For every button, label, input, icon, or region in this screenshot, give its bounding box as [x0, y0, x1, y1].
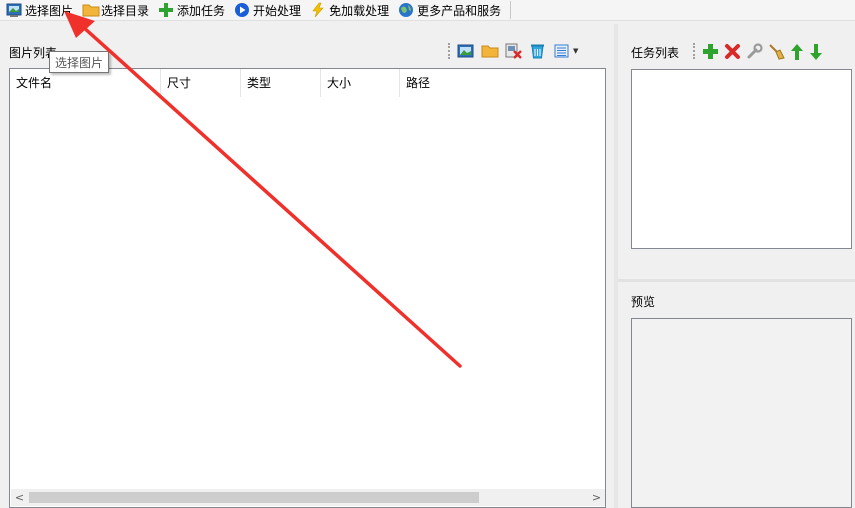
add-task-icon[interactable] — [702, 43, 719, 59]
add-folder-icon[interactable] — [481, 43, 499, 59]
delete-task-icon[interactable] — [724, 43, 741, 59]
more-products-button[interactable]: 更多产品和服务 — [392, 0, 504, 20]
horizontal-scrollbar[interactable]: < > — [11, 489, 605, 506]
image-list[interactable]: 文件名 尺寸 类型 大小 路径 < > — [9, 68, 606, 508]
move-down-icon[interactable] — [809, 43, 823, 60]
globe-icon — [398, 2, 414, 18]
image-icon — [6, 2, 22, 18]
add-task-label: 添加任务 — [177, 3, 226, 18]
toolbar-grip[interactable] — [448, 43, 452, 59]
more-products-label: 更多产品和服务 — [417, 3, 502, 18]
main-toolbar: 选择图片 选择目录 添加任务 开始处理 免加载处理 更多产品和服务 — [0, 0, 855, 21]
vertical-splitter[interactable] — [614, 24, 618, 508]
view-dropdown-icon[interactable]: ▼ — [573, 47, 578, 55]
preview-area — [631, 318, 852, 508]
column-header-type[interactable]: 类型 — [241, 69, 321, 97]
column-header-filename[interactable]: 文件名 — [10, 69, 161, 97]
move-up-icon[interactable] — [790, 43, 804, 60]
clear-list-icon[interactable] — [529, 43, 546, 59]
scroll-left-icon[interactable]: < — [11, 489, 28, 506]
column-header-path[interactable]: 路径 — [400, 69, 550, 97]
play-icon — [234, 2, 250, 18]
task-list-toolbar — [693, 40, 830, 62]
view-list-icon[interactable] — [553, 43, 570, 59]
remove-image-icon[interactable] — [505, 43, 522, 59]
scroll-right-icon[interactable]: > — [588, 489, 605, 506]
wrench-icon[interactable] — [746, 43, 763, 59]
preview-title: 预览 — [631, 295, 656, 309]
select-image-label: 选择图片 — [25, 3, 74, 18]
start-process-button[interactable]: 开始处理 — [228, 0, 304, 20]
image-list-header: 文件名 尺寸 类型 大小 路径 — [10, 69, 550, 97]
add-task-button[interactable]: 添加任务 — [152, 0, 228, 20]
scrollbar-thumb[interactable] — [29, 492, 479, 503]
add-image-icon[interactable] — [457, 43, 474, 59]
broom-icon[interactable] — [768, 43, 785, 60]
no-load-process-label: 免加载处理 — [329, 3, 390, 18]
column-header-size[interactable]: 尺寸 — [161, 69, 241, 97]
no-load-process-button[interactable]: 免加载处理 — [304, 0, 392, 20]
column-header-filesize[interactable]: 大小 — [321, 69, 400, 97]
select-image-button[interactable]: 选择图片 — [0, 0, 76, 20]
select-folder-label: 选择目录 — [101, 3, 150, 18]
add-icon — [158, 2, 174, 18]
task-list[interactable] — [631, 69, 852, 249]
image-list-toolbar: ▼ — [448, 41, 578, 61]
toolbar-divider — [510, 1, 512, 19]
horizontal-splitter[interactable] — [618, 279, 855, 282]
task-toolbar-grip[interactable] — [693, 43, 697, 59]
lightning-icon — [310, 2, 326, 18]
tooltip: 选择图片 — [49, 51, 110, 73]
select-folder-button[interactable]: 选择目录 — [76, 0, 152, 20]
start-process-label: 开始处理 — [253, 3, 302, 18]
task-list-title: 任务列表 — [631, 46, 680, 60]
folder-icon — [82, 2, 100, 18]
